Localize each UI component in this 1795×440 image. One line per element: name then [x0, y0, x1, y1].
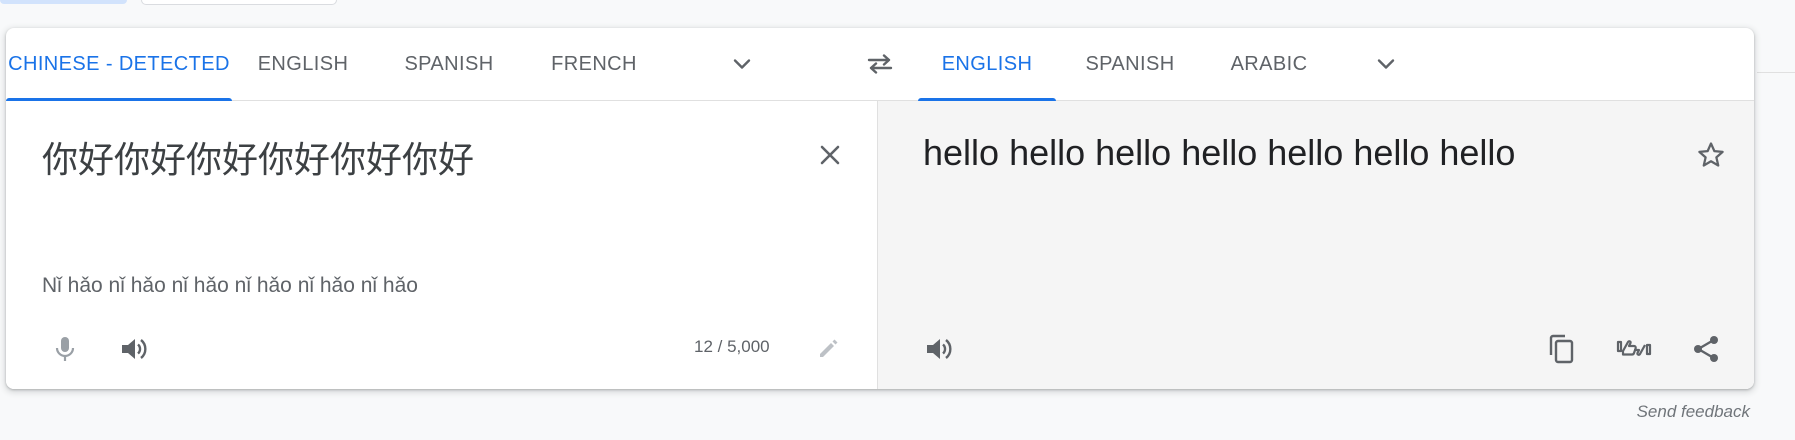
- translation-text: hello hello hello hello hello hello hell…: [923, 132, 1516, 173]
- send-feedback-link[interactable]: Send feedback: [1637, 402, 1750, 422]
- microphone-icon[interactable]: [45, 329, 85, 369]
- character-count: 12 / 5,000: [694, 337, 770, 356]
- tab-source-french[interactable]: FRENCH: [524, 28, 664, 101]
- chevron-down-icon[interactable]: [1366, 44, 1406, 84]
- tab-target-spanish[interactable]: SPANISH: [1056, 28, 1204, 101]
- target-panel: hello hello hello hello hello hello hell…: [878, 101, 1754, 389]
- top-tab-stub[interactable]: [0, 0, 127, 4]
- top-tab-stub[interactable]: [141, 0, 337, 5]
- speaker-icon[interactable]: [114, 329, 154, 369]
- speaker-icon[interactable]: [919, 329, 959, 369]
- tab-target-english[interactable]: ENGLISH: [918, 28, 1056, 101]
- pencil-icon[interactable]: [808, 329, 848, 369]
- tab-source-english[interactable]: ENGLISH: [232, 28, 374, 101]
- swap-arrows-icon[interactable]: [860, 44, 900, 84]
- translate-card: CHINESE - DETECTED ENGLISH SPANISH FRENC…: [6, 28, 1754, 389]
- tab-source-chinese-detected[interactable]: CHINESE - DETECTED: [6, 28, 232, 101]
- rate-translation-icon[interactable]: [1614, 329, 1654, 369]
- tab-source-spanish[interactable]: SPANISH: [374, 28, 524, 101]
- tab-target-arabic[interactable]: ARABIC: [1204, 28, 1334, 101]
- source-panel: 你好你好你好你好你好你好 Nǐ hǎo nǐ hǎo nǐ hǎo nǐ hǎo…: [6, 101, 878, 389]
- source-text-input[interactable]: 你好你好你好你好你好你好: [42, 131, 474, 183]
- share-icon[interactable]: [1686, 329, 1726, 369]
- divider: [1757, 72, 1795, 73]
- language-bar: CHINESE - DETECTED ENGLISH SPANISH FRENC…: [6, 28, 1754, 101]
- copy-icon[interactable]: [1542, 329, 1582, 369]
- close-icon[interactable]: [810, 135, 850, 175]
- star-outline-icon[interactable]: [1691, 135, 1731, 175]
- romanization-text: Nǐ hǎo nǐ hǎo nǐ hǎo nǐ hǎo nǐ hǎo nǐ hǎ…: [42, 274, 418, 297]
- chevron-down-icon[interactable]: [722, 44, 762, 84]
